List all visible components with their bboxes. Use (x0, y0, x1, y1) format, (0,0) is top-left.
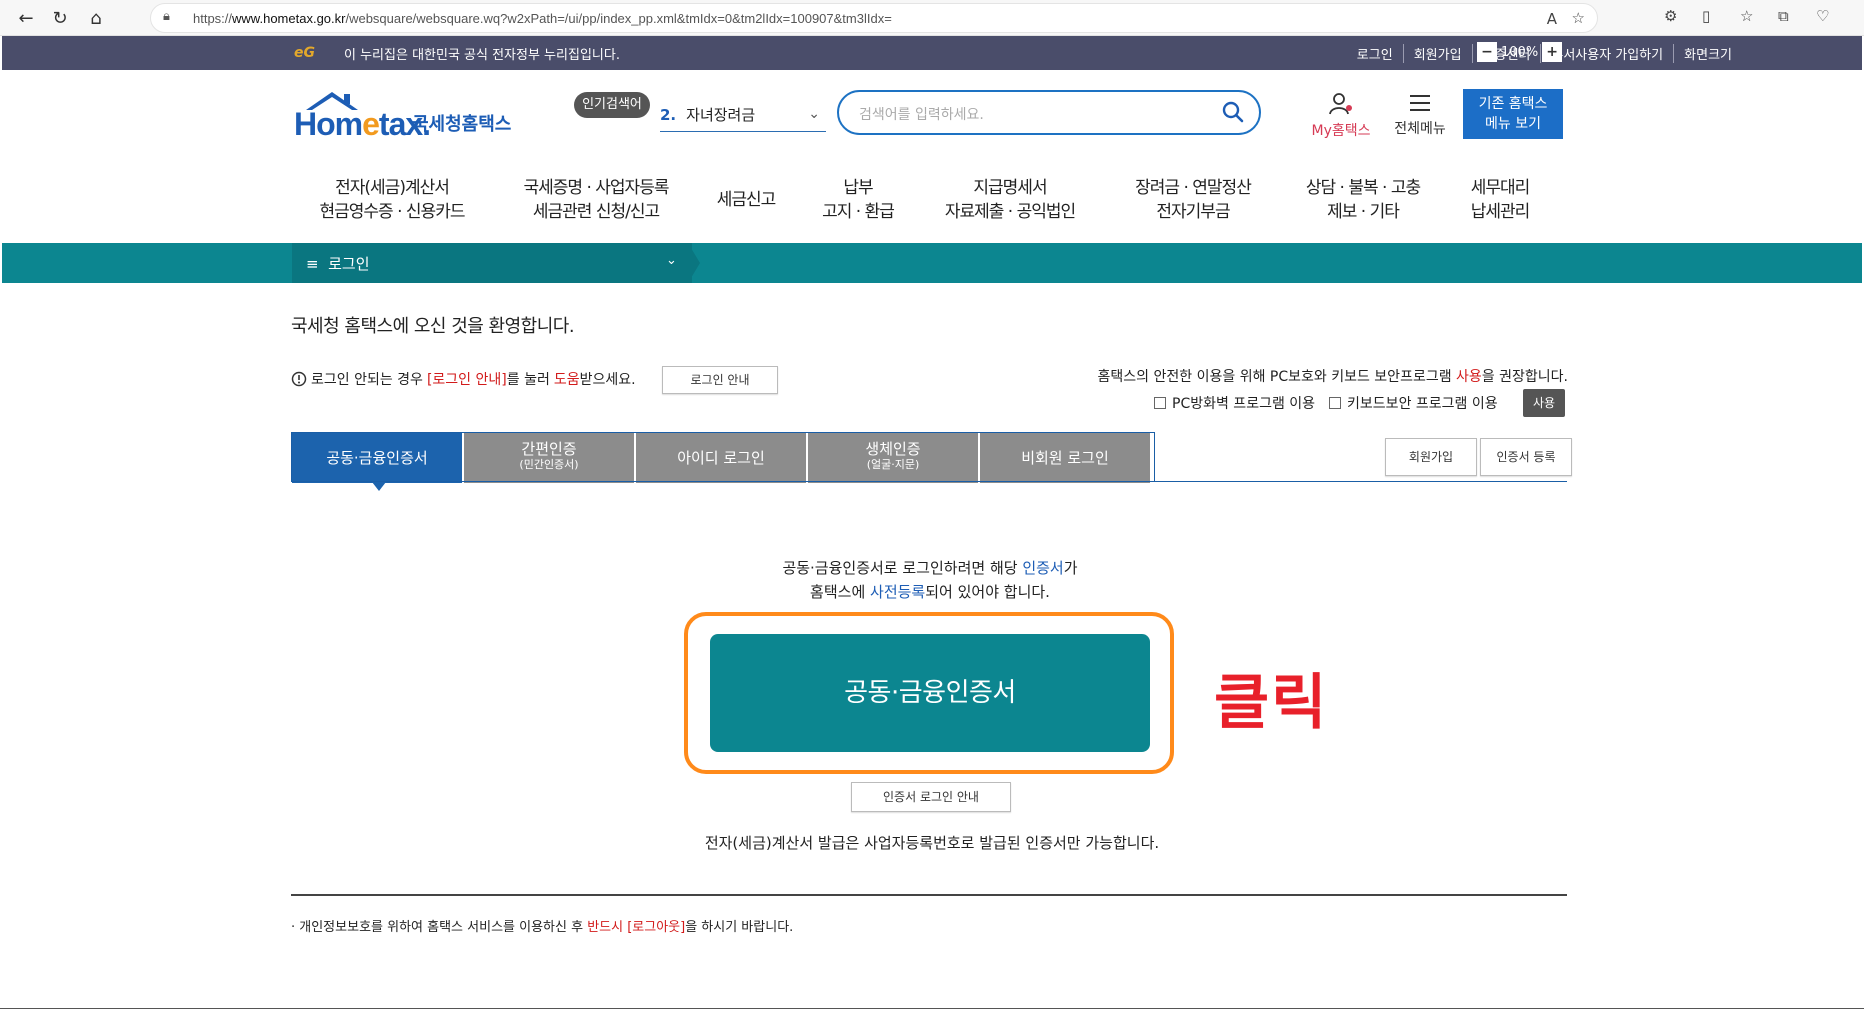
help-text-mid: 를 눌러 (506, 372, 550, 388)
url-text: https://www.hometax.go.kr/websquare/webs… (193, 11, 892, 26)
old-menu-line2: 메뉴 보기 (1485, 116, 1541, 132)
my-hometax-label: My홈택스 (1311, 123, 1371, 139)
gnb-item-certificates[interactable]: 국세증명 · 사업자등록 세금관련 신청/신고 (506, 176, 686, 224)
tax-invoice-note: 전자(세금)계산서 발급은 사업자등록번호로 발급된 인증서만 가능합니다. (704, 834, 1160, 852)
favorites-icon[interactable]: ☆ (1740, 7, 1753, 25)
divider (291, 894, 1567, 896)
cert-notice: 공동·금융인증서로 로그인하려면 해당 인증서가 홈택스에 사전등록되어 있어야… (782, 559, 1078, 601)
gov-banner-message: 이 누리집은 대한민국 공식 전자정부 누리집입니다. (344, 48, 620, 63)
search-box[interactable]: 검색어를 입력하세요. (837, 90, 1261, 135)
cert-login-guide-button[interactable]: 인증서 로그인 안내 (851, 782, 1011, 812)
security-text-pre: 홈택스의 안전한 이용을 위해 PC보호와 키보드 보안프로그램 (1097, 369, 1452, 385)
refresh-icon[interactable]: ↻ (46, 4, 74, 32)
hamburger-icon (1410, 95, 1430, 111)
security-text-post: 을 권장합니다. (1481, 369, 1568, 385)
zoom-minus-button[interactable]: − (1477, 42, 1497, 62)
gov-banner: eG 이 누리집은 대한민국 공식 전자정부 누리집입니다. 로그인 회원가입 … (2, 36, 1862, 70)
login-tabs: 공동·금융인증서 간편인증 (민간인증서) 아이디 로그인 생체인증 (얼굴·지문)… (291, 432, 1155, 483)
gnb-item-tax-report[interactable]: 세금신고 (696, 188, 796, 212)
info-icon (291, 371, 307, 387)
lock-icon: 🔒︎ (163, 9, 170, 24)
extensions-icon[interactable]: ⚙ (1664, 7, 1677, 25)
read-aloud-icon[interactable]: A (1547, 10, 1557, 28)
location-bar: ≡ 로그인 ⌄ (2, 243, 1862, 283)
tab-joint-cert[interactable]: 공동·금융인증서 (292, 433, 462, 483)
zoom-plus-button[interactable]: + (1542, 42, 1563, 62)
tab-id-login[interactable]: 아이디 로그인 (636, 433, 806, 483)
popular-search-badge: 인기검색어 (574, 92, 650, 118)
use-security-button[interactable]: 사용 (1523, 389, 1565, 417)
footer-notice: · 개인정보보호를 위하여 홈택스 서비스를 이용하신 후 반드시 [로그아웃]… (291, 920, 794, 935)
help-text-pre: 로그인 안되는 경우 (311, 372, 423, 388)
zoom-control: − 100% + (1477, 42, 1563, 62)
performance-icon[interactable]: ♡ (1816, 7, 1829, 25)
help-link[interactable]: [로그인 안내] (427, 369, 507, 389)
active-tab-pointer (372, 482, 386, 491)
chevron-down-icon[interactable]: ⌄ (666, 253, 677, 268)
zoom-value: 100% (1501, 44, 1539, 60)
gnb-item-tax-agent[interactable]: 세무대리 납세관리 (1450, 176, 1550, 224)
logo-korean: 국세청홈택스 (412, 114, 512, 135)
home-icon[interactable]: ⌂ (82, 4, 110, 32)
location-arrow (688, 243, 700, 283)
help-text-red: 도움 (553, 372, 580, 388)
collections-icon[interactable]: ⧉ (1778, 7, 1789, 25)
login-guide-button[interactable]: 로그인 안내 (662, 366, 778, 394)
chevron-down-icon: ⌄ (808, 106, 820, 122)
old-menu-line1: 기존 홈택스 (1478, 96, 1548, 112)
hometax-logo[interactable]: Hometax. 국세청홈택스 (294, 88, 514, 144)
pc-firewall-label: PC방화벽 프로그램 이용 (1172, 396, 1316, 412)
gnb-item-einvoice[interactable]: 전자(세금)계산서 현금영수증 · 신용카드 (300, 176, 484, 224)
keyboard-security-checkbox[interactable] (1329, 397, 1342, 409)
security-recommendation: 홈택스의 안전한 이용을 위해 PC보호와 키보드 보안프로그램 사용을 권장합… (1098, 366, 1568, 386)
old-menu-button[interactable]: 기존 홈택스 메뉴 보기 (1463, 89, 1563, 139)
my-hometax-button[interactable]: My홈택스 (1305, 92, 1377, 140)
page-title: 국세청 홈택스에 오신 것을 환영합니다. (291, 316, 575, 337)
top-link-join[interactable]: 회원가입 (1402, 44, 1472, 63)
cert-register-button[interactable]: 인증서 등록 (1480, 438, 1572, 476)
bottom-edge (0, 1008, 1864, 1022)
all-menu-label: 전체메뉴 (1394, 121, 1446, 137)
login-help-line: 로그인 안되는 경우 [로그인 안내] 를 눌러 도움 받으세요. (291, 369, 636, 389)
split-screen-icon[interactable]: ▯ (1702, 7, 1710, 25)
tab-simple-auth[interactable]: 간편인증 (민간인증서) (464, 433, 634, 483)
security-text-red: 사용 (1456, 369, 1482, 385)
top-link-screen-size: 화면크기 (1673, 44, 1742, 63)
menu-icon: ≡ (306, 255, 319, 273)
tab-biometric[interactable]: 생체인증 (얼굴·지문) (808, 433, 978, 483)
all-menu-button[interactable]: 전체메뉴 (1388, 92, 1452, 138)
popular-rank: 2. (660, 106, 677, 124)
address-bar[interactable]: 🔒︎ https://www.hometax.go.kr/websquare/w… (150, 3, 1598, 33)
gnb-item-statements[interactable]: 지급명세서 자료제출 · 공익법인 (930, 176, 1090, 224)
top-link-login[interactable]: 로그인 (1347, 44, 1403, 63)
search-input[interactable]: 검색어를 입력하세요. (859, 104, 984, 124)
logo-wordmark: Hometax. (294, 106, 431, 142)
location-label: ≡ 로그인 (306, 255, 370, 273)
keyboard-security-label: 키보드보안 프로그램 이용 (1347, 396, 1498, 412)
joint-cert-login-button[interactable]: 공동·금융인증서 (710, 634, 1150, 752)
browser-toolbar: ← ↻ ⌂ 🔒︎ https://www.hometax.go.kr/websq… (0, 0, 1864, 36)
gnb-item-payment[interactable]: 납부 고지 · 환급 (808, 176, 908, 224)
tab-underline (291, 481, 1567, 482)
gnb-item-consultation[interactable]: 상담 · 불복 · 고충 제보 · 기타 (1290, 176, 1436, 224)
popular-search-select[interactable]: 2. 자녀장려금 ⌄ (660, 100, 826, 132)
help-text-post: 받으세요. (579, 372, 636, 388)
pc-firewall-checkbox[interactable] (1154, 397, 1166, 409)
tab-non-member[interactable]: 비회원 로그인 (980, 433, 1150, 483)
join-button[interactable]: 회원가입 (1385, 438, 1477, 476)
gnb-item-incentives[interactable]: 장려금 · 연말정산 전자기부금 (1112, 176, 1274, 224)
egov-logo: eG (294, 45, 315, 61)
click-annotation: 클릭 (1214, 668, 1329, 738)
popular-term: 자녀장려금 (686, 106, 756, 124)
user-icon (1329, 93, 1352, 115)
back-icon[interactable]: ← (12, 4, 40, 32)
favorite-star-icon[interactable]: ☆ (1572, 9, 1585, 27)
search-icon[interactable] (1221, 100, 1245, 124)
security-options: PC방화벽 프로그램 이용 키보드보안 프로그램 이용 (1154, 393, 1498, 413)
